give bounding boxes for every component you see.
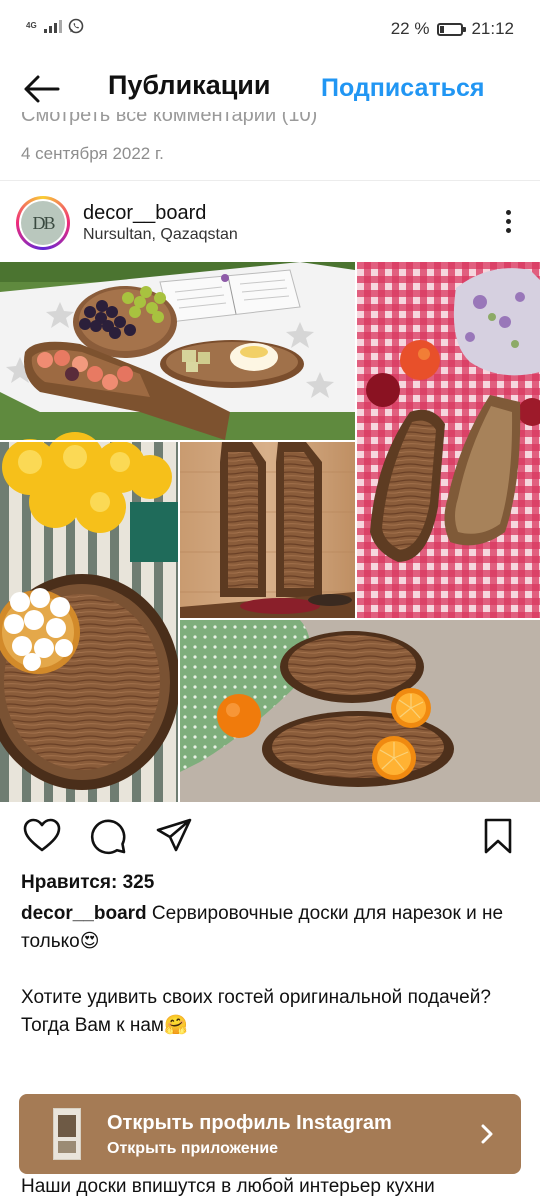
bookmark-icon[interactable] (480, 816, 516, 856)
profile-thumbnail (53, 1108, 81, 1160)
post-date: 4 сентября 2022 г. (21, 144, 164, 163)
avatar-logo: DB (21, 201, 65, 245)
view-comments-text: Смотреть все комментарии (10) (21, 112, 318, 126)
tile-picnic (0, 262, 355, 440)
tile-gingham (357, 262, 540, 618)
tile-long-boards (180, 442, 355, 618)
page-title: Публикации (108, 70, 271, 100)
whatsapp-icon (68, 18, 84, 34)
status-right: 22 % 21:12 (391, 19, 514, 39)
arrow-left-icon[interactable] (22, 72, 62, 106)
author-location[interactable]: Nursultan, Qazaqstan (83, 226, 238, 244)
avatar[interactable]: DB (16, 196, 70, 250)
avatar-frame: DB (19, 199, 67, 247)
heart-icon[interactable] (22, 816, 62, 856)
comment-icon[interactable] (88, 816, 128, 856)
caption-text-3: Тогда Вам к нам🤗 (21, 1015, 188, 1036)
banner-subtitle: Открыть приложение (107, 1140, 279, 1157)
chevron-right-icon (481, 1124, 493, 1144)
status-left: 4G (26, 18, 84, 34)
signal-icon (44, 19, 62, 33)
post-photo-collage (0, 262, 540, 802)
tile-round-tray (0, 432, 180, 802)
view-comments-link[interactable]: Смотреть все комментарии (10) (21, 112, 421, 130)
battery-fill (440, 25, 445, 33)
banner-title: Открыть профиль Instagram (107, 1112, 392, 1134)
author-username[interactable]: decor__board (83, 202, 206, 225)
battery-icon (437, 22, 467, 36)
post-image[interactable] (0, 262, 540, 802)
share-icon[interactable] (154, 816, 194, 856)
network-type: 4G (26, 21, 37, 30)
top-bar: Публикации Подписаться (0, 60, 540, 118)
caption-username[interactable]: decor__board (21, 903, 147, 924)
more-options-icon[interactable] (498, 210, 518, 238)
subscribe-button[interactable]: Подписаться (321, 74, 484, 103)
status-bar: 4G 22 % 21:12 (0, 0, 540, 60)
post-caption: decor__board Сервировочные доски для нар… (21, 900, 521, 1040)
caption-text-4: Наши доски впишутся в любой интерьер кух… (21, 1176, 435, 1197)
open-profile-banner[interactable]: Открыть профиль Instagram Открыть прилож… (19, 1094, 521, 1174)
divider (0, 180, 540, 181)
caption-text-2: Хотите удивить своих гостей оригинальной… (21, 987, 491, 1008)
tile-oranges (180, 620, 540, 802)
likes-count[interactable]: Нравится: 325 (21, 872, 154, 894)
clock: 21:12 (471, 19, 514, 38)
battery-percent: 22 % (390, 19, 430, 38)
